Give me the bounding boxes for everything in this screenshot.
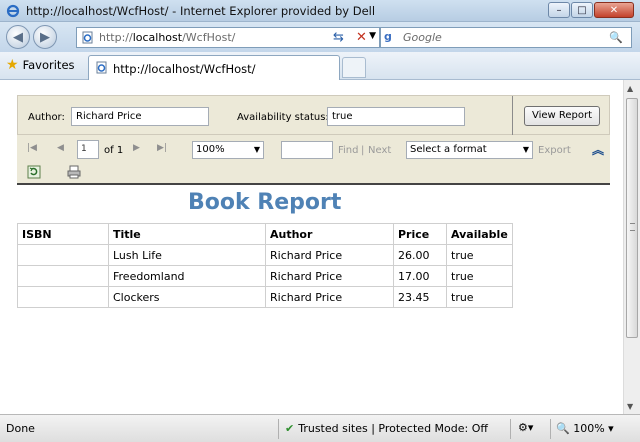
favorites-button[interactable]: ★ Favorites [6, 57, 75, 73]
status-bar: Done ✔ Trusted sites | Protected Mode: O… [0, 414, 640, 442]
security-zone[interactable]: ✔ Trusted sites | Protected Mode: Off [285, 422, 488, 435]
author-cell: Richard Price [265, 244, 394, 266]
author-cell: Richard Price [265, 265, 394, 287]
format-value: Select a format [410, 144, 487, 155]
stop-icon[interactable]: ✕ [356, 30, 367, 45]
status-text: Done [6, 422, 35, 435]
refresh-icon[interactable]: ⇆ [333, 30, 344, 45]
zoom-select[interactable]: 100% ▼ [192, 141, 264, 159]
tab-page-icon [96, 61, 107, 74]
maximize-button[interactable]: □ [571, 2, 593, 18]
check-icon: ✔ [285, 422, 295, 435]
next-page-icon[interactable]: ▶ [133, 143, 140, 153]
vertical-scrollbar[interactable]: ▲ ▼ [623, 80, 640, 414]
table-row: Freedomland Richard Price 17.00 true [17, 265, 513, 287]
minimize-button[interactable]: – [548, 2, 570, 18]
price-cell: 17.00 [393, 265, 447, 287]
scroll-up-icon[interactable]: ▲ [627, 84, 633, 93]
forward-button[interactable]: ▶ [33, 25, 57, 49]
window-title: http://localhost/WcfHost/ - Internet Exp… [26, 4, 376, 18]
author-cell: Richard Price [265, 286, 394, 308]
isbn-cell [17, 286, 109, 308]
status-zoom[interactable]: 🔍 100% ▾ [556, 422, 614, 435]
author-input[interactable]: Richard Price [71, 107, 209, 126]
close-button[interactable]: ✕ [594, 2, 634, 18]
page-number-input[interactable]: 1 [77, 140, 99, 159]
report-title: Book Report [188, 190, 342, 215]
favorites-bar: ★ Favorites http://localhost/WcfHost/ [0, 52, 640, 80]
google-icon: g [384, 30, 392, 43]
column-header: Available [446, 223, 513, 245]
isbn-cell [17, 265, 109, 287]
find-input[interactable] [281, 141, 333, 159]
view-report-button[interactable]: View Report [524, 106, 600, 126]
column-header: Title [108, 223, 266, 245]
search-box[interactable]: g Google 🔍 [380, 27, 632, 48]
parameters-panel: Author: Richard Price Availability statu… [17, 95, 610, 136]
tab-label: http://localhost/WcfHost/ [113, 62, 256, 76]
favorites-label: Favorites [22, 58, 75, 72]
collapse-icon[interactable]: ︽ [592, 141, 604, 158]
back-arrow-icon: ◀ [13, 29, 23, 45]
price-cell: 23.45 [393, 286, 447, 308]
availability-input[interactable]: true [327, 107, 465, 126]
zoom-value: 100% [196, 144, 225, 155]
price-cell: 26.00 [393, 244, 447, 266]
privacy-icon[interactable]: ⚙▾ [518, 421, 533, 434]
search-placeholder: Google [403, 31, 442, 44]
zone-label: Trusted sites | Protected Mode: Off [298, 422, 488, 435]
print-icon[interactable] [67, 165, 81, 179]
search-icon[interactable]: 🔍 [609, 31, 623, 44]
previous-page-icon[interactable]: ◀ [57, 143, 64, 153]
available-cell: true [446, 265, 513, 287]
title-cell: Freedomland [108, 265, 266, 287]
forward-arrow-icon: ▶ [40, 29, 50, 45]
availability-label: Availability status: [237, 112, 329, 123]
back-button[interactable]: ◀ [6, 25, 30, 49]
scrollbar-thumb[interactable] [626, 98, 638, 338]
first-page-icon[interactable]: |◀ [27, 143, 37, 153]
find-separator: | [361, 145, 365, 156]
page-count: of 1 [104, 145, 124, 156]
column-header: ISBN [17, 223, 109, 245]
export-format-select[interactable]: Select a format ▼ [406, 141, 533, 159]
favorites-star-icon: ★ [6, 57, 19, 73]
scroll-down-icon[interactable]: ▼ [627, 402, 633, 411]
isbn-cell [17, 244, 109, 266]
browser-tab[interactable]: http://localhost/WcfHost/ [88, 55, 340, 80]
refresh-report-icon[interactable] [27, 165, 41, 179]
available-cell: true [446, 244, 513, 266]
address-url: http://localhost/WcfHost/ [99, 31, 236, 44]
new-tab-button[interactable] [342, 57, 366, 78]
chevron-down-icon: ▼ [522, 145, 529, 154]
navigation-bar: ◀ ▶ http://localhost/WcfHost/ ▼ ⇆ ✕ g Go… [0, 22, 640, 52]
author-label: Author: [28, 112, 65, 123]
table-header-row: ISBN Title Author Price Available [17, 223, 513, 245]
report-table: ISBN Title Author Price Available Lush L… [17, 223, 513, 308]
export-link[interactable]: Export [538, 145, 571, 156]
find-link[interactable]: Find [338, 145, 359, 156]
internet-explorer-icon [6, 4, 20, 18]
last-page-icon[interactable]: ▶| [157, 143, 167, 153]
column-header: Price [393, 223, 447, 245]
available-cell: true [446, 286, 513, 308]
title-bar: http://localhost/WcfHost/ - Internet Exp… [0, 0, 640, 22]
address-dropdown-icon[interactable]: ▼ [369, 31, 376, 41]
divider [512, 96, 513, 136]
page-icon [82, 31, 93, 44]
table-row: Lush Life Richard Price 26.00 true [17, 244, 513, 266]
column-header: Author [265, 223, 394, 245]
title-cell: Lush Life [108, 244, 266, 266]
report-toolbar: |◀ ◀ 1 of 1 ▶ ▶| 100% ▼ Find | Next Sele… [17, 135, 610, 185]
chevron-down-icon: ▼ [253, 145, 260, 154]
page-content: Author: Richard Price Availability statu… [0, 80, 640, 414]
table-row: Clockers Richard Price 23.45 true [17, 286, 513, 308]
find-next-link[interactable]: Next [368, 145, 391, 156]
title-cell: Clockers [108, 286, 266, 308]
